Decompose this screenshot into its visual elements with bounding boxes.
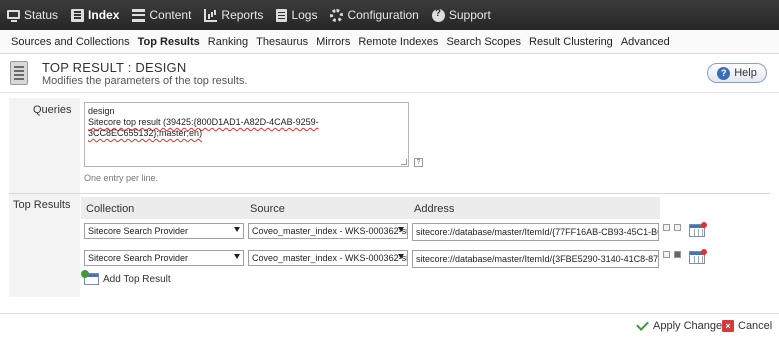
checkmark-icon bbox=[636, 318, 649, 331]
nav-item-logs[interactable]: Logs bbox=[276, 0, 317, 30]
subnav-remote-indexes[interactable]: Remote Indexes bbox=[358, 36, 438, 48]
address-value: sitecore://database/master/ItemId/{77FF1… bbox=[416, 227, 659, 237]
gear-icon bbox=[330, 8, 344, 22]
source-select[interactable]: Coveo_master_index - WKS-000362-sitecore bbox=[248, 223, 408, 239]
help-hint-icon[interactable]: ? bbox=[414, 158, 423, 167]
dropdown-arrow-icon bbox=[398, 254, 404, 259]
cancel-label: Cancel bbox=[738, 320, 773, 332]
monitor-icon bbox=[7, 9, 20, 22]
cancel-button[interactable]: × Cancel bbox=[722, 320, 772, 332]
nav-item-index[interactable]: Index bbox=[71, 0, 119, 30]
column-header-collection: Collection bbox=[86, 203, 135, 215]
document-icon bbox=[10, 61, 28, 85]
subnav-search-scopes[interactable]: Search Scopes bbox=[446, 36, 521, 48]
subnav-thesaurus[interactable]: Thesaurus bbox=[256, 36, 308, 48]
dropdown-arrow-icon bbox=[398, 227, 404, 232]
address-input[interactable]: sitecore://database/master/ItemId/{3FBE5… bbox=[412, 250, 659, 268]
subnav-ranking[interactable]: Ranking bbox=[208, 36, 248, 48]
remove-row-icon[interactable] bbox=[689, 249, 707, 264]
collection-value: Sitecore Search Provider bbox=[88, 253, 189, 263]
nav-item-label: Support bbox=[448, 8, 491, 22]
subnav-advanced[interactable]: Advanced bbox=[621, 36, 670, 48]
remove-badge-icon bbox=[701, 249, 707, 255]
content-icon bbox=[132, 8, 146, 22]
query-line: design bbox=[88, 106, 115, 116]
resize-handle[interactable] bbox=[401, 159, 407, 165]
page-title: TOP RESULT : DESIGN bbox=[42, 60, 187, 75]
nav-item-label: Reports bbox=[221, 8, 264, 22]
help-label: Help bbox=[734, 67, 757, 79]
help-button[interactable]: ? Help bbox=[707, 63, 767, 83]
apply-label: Apply Changes bbox=[653, 320, 728, 332]
top-navigation-bar: Status Index Content Reports Logs Config… bbox=[0, 0, 779, 30]
collection-select[interactable]: Sitecore Search Provider bbox=[84, 250, 244, 266]
move-up-icon[interactable] bbox=[663, 224, 670, 231]
page-subtitle: Modifies the parameters of the top resul… bbox=[42, 75, 248, 87]
nav-item-label: Status bbox=[24, 8, 59, 22]
column-header-address: Address bbox=[414, 203, 455, 215]
subnav-sources-and-collections[interactable]: Sources and Collections bbox=[11, 36, 130, 48]
reports-icon bbox=[204, 8, 218, 22]
dropdown-arrow-icon bbox=[234, 227, 240, 232]
add-row-icon[interactable] bbox=[81, 270, 99, 285]
top-results-label: Top Results bbox=[13, 199, 71, 211]
collection-value: Sitecore Search Provider bbox=[88, 226, 189, 236]
plus-badge-icon bbox=[81, 270, 89, 278]
move-up-icon[interactable] bbox=[663, 251, 670, 258]
query-line: Sitecore top result (39425:{800D1AD1-A82… bbox=[88, 117, 319, 138]
help-icon: ? bbox=[717, 66, 731, 80]
source-value: Coveo_master_index - WKS-000362-sitecore bbox=[252, 226, 407, 236]
logs-icon bbox=[276, 8, 288, 22]
collection-select[interactable]: Sitecore Search Provider bbox=[84, 223, 244, 239]
address-input[interactable]: sitecore://database/master/ItemId/{77FF1… bbox=[412, 223, 659, 241]
nav-item-reports[interactable]: Reports bbox=[204, 0, 263, 30]
queries-hint: One entry per line. bbox=[84, 173, 159, 183]
queries-textarea[interactable]: design Sitecore top result (39425:{800D1… bbox=[84, 102, 409, 167]
nav-item-label: Logs bbox=[291, 8, 318, 22]
queries-label: Queries bbox=[33, 104, 72, 116]
add-top-result-link[interactable]: Add Top Result bbox=[103, 274, 171, 285]
nav-item-configuration[interactable]: Configuration bbox=[330, 0, 419, 30]
table-header bbox=[81, 197, 660, 219]
column-header-source: Source bbox=[250, 203, 285, 215]
remove-row-icon[interactable] bbox=[689, 222, 707, 237]
move-down-icon[interactable] bbox=[674, 224, 681, 231]
remove-badge-icon bbox=[701, 222, 707, 228]
index-icon bbox=[71, 8, 85, 22]
source-select[interactable]: Coveo_master_index - WKS-000362-sitecore bbox=[248, 250, 408, 266]
nav-item-content[interactable]: Content bbox=[132, 0, 191, 30]
nav-item-label: Configuration bbox=[347, 8, 419, 22]
subnav-top-results[interactable]: Top Results bbox=[138, 36, 200, 48]
address-value: sitecore://database/master/ItemId/{3FBE5… bbox=[416, 254, 659, 264]
dropdown-arrow-icon bbox=[234, 254, 240, 259]
nav-item-status[interactable]: Status bbox=[7, 0, 58, 30]
section-divider bbox=[9, 193, 770, 194]
support-icon bbox=[431, 8, 445, 22]
nav-item-label: Index bbox=[88, 8, 120, 22]
source-value: Coveo_master_index - WKS-000362-sitecore bbox=[252, 253, 407, 263]
nav-item-label: Content bbox=[149, 8, 192, 22]
header-divider bbox=[0, 92, 779, 93]
nav-item-support[interactable]: Support bbox=[431, 0, 491, 30]
footer-divider bbox=[0, 313, 779, 314]
subnav-mirrors[interactable]: Mirrors bbox=[316, 36, 350, 48]
sub-navigation-bar: Sources and Collections Top Results Rank… bbox=[0, 30, 779, 54]
close-icon: × bbox=[722, 320, 734, 332]
subnav-result-clustering[interactable]: Result Clustering bbox=[529, 36, 613, 48]
move-down-icon[interactable] bbox=[674, 251, 681, 258]
apply-changes-button[interactable]: Apply Changes bbox=[636, 318, 728, 332]
